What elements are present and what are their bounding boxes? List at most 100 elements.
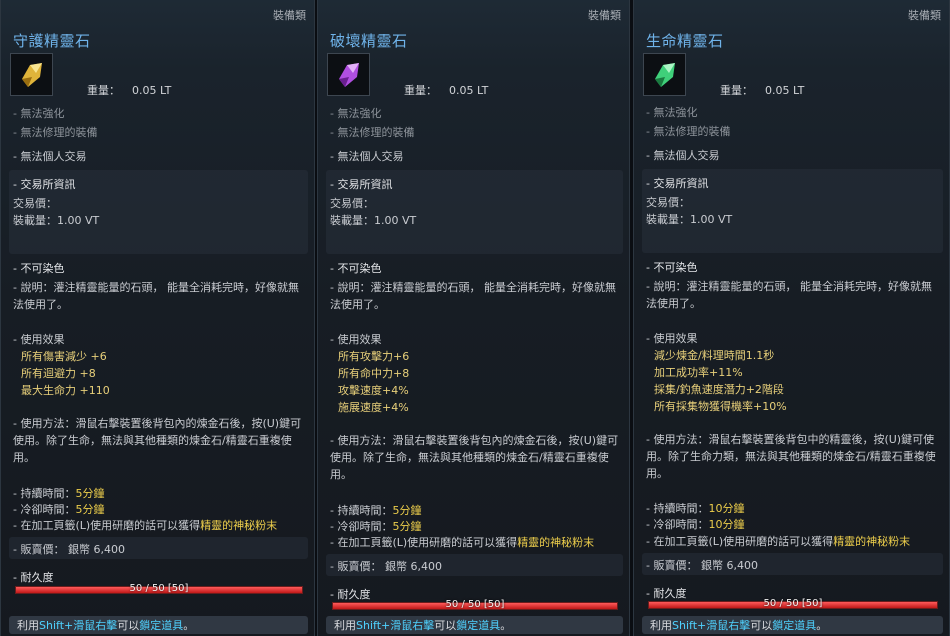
- durability-text: 50 / 50 [50]: [129, 583, 189, 594]
- duration-line: - 持續時間：5分鐘: [13, 485, 104, 501]
- market-load: 裝載量：1.00 VT: [646, 213, 733, 226]
- weight-value: 0.05 LT: [765, 84, 805, 97]
- item-type-label: 裝備類: [588, 9, 621, 22]
- weight-label: 重量：: [404, 84, 437, 97]
- effect-line: 減少煉金/料理時間1.1秒: [654, 349, 775, 362]
- weight-label: 重量：: [720, 84, 753, 97]
- lock-item-hint: 利用Shift+滑鼠右擊可以鎖定道具。: [9, 616, 308, 634]
- craft-item: 精靈的神秘粉末: [517, 536, 595, 549]
- effect-line: 所有傷害減少 +6: [21, 350, 107, 363]
- market-price: 交易價：: [646, 196, 690, 209]
- usage-description: - 使用方法：滑鼠右擊裝置後背包內的煉金石後，按(U)鍵可使用。除了生命，無法與…: [330, 434, 619, 481]
- market-price: 交易價：: [330, 197, 374, 210]
- usage-description: - 使用方法：滑鼠右擊裝置後背包中的精靈後，按(U)鍵可使用。除了生命力類，無法…: [646, 433, 936, 480]
- sell-line: - 販賣價： 銀幣 6,400: [646, 557, 758, 573]
- item-gem-icon: [327, 53, 370, 96]
- craft-line: - 在加工頁籤(L)使用研磨的話可以獲得精靈的神秘粉末: [330, 534, 594, 550]
- no-repair-text: - 無法修理的裝備: [646, 125, 731, 138]
- sell-label: - 販賣價：: [646, 559, 698, 572]
- market-load: 裝載量：1.00 VT: [330, 214, 417, 227]
- market-info-heading: - 交易所資訊: [330, 178, 393, 191]
- craft-prefix: - 在加工頁籤(L)使用研磨的話可以獲得: [330, 536, 518, 549]
- effect-line: 所有攻擊力+6: [338, 350, 410, 363]
- sell-line: - 販賣價： 銀幣 6,400: [13, 541, 125, 557]
- effect-line: 最大生命力 +110: [21, 384, 110, 397]
- duration-line: - 持續時間：5分鐘: [330, 502, 421, 518]
- no-trade-text: - 無法個人交易: [13, 150, 87, 163]
- sell-value: 銀幣 6,400: [384, 560, 442, 573]
- cooldown-label: - 冷卻時間：: [13, 503, 76, 516]
- item-description: - 說明：灌注精靈能量的石頭， 能量全消耗完時，好像就無法使用了。: [13, 281, 299, 311]
- effect-line: 加工成功率+11%: [654, 366, 743, 379]
- duration-label: - 持續時間：: [646, 502, 709, 515]
- craft-prefix: - 在加工頁籤(L)使用研磨的話可以獲得: [646, 535, 834, 548]
- tooltip-panel-life-stone: 裝備類 生命精靈石 重量： 0.05 LT - 無法強化 - 無法修理的裝備 - …: [633, 0, 950, 636]
- lock-item-hint: 利用Shift+滑鼠右擊可以鎖定道具。: [642, 616, 943, 634]
- durability-bar: 50 / 50 [50]: [332, 599, 618, 610]
- craft-item: 精靈的神秘粉末: [200, 519, 278, 532]
- cooldown-label: - 冷卻時間：: [646, 518, 709, 531]
- no-dye-text: - 不可染色: [646, 261, 698, 274]
- effect-line: 所有採集物獲得機率+10%: [654, 400, 787, 413]
- effect-line: 所有命中力+8: [338, 367, 410, 380]
- cooldown-value: 10分鐘: [708, 518, 745, 531]
- no-dye-text: - 不可染色: [13, 262, 65, 275]
- market-info-heading: - 交易所資訊: [646, 177, 709, 190]
- duration-label: - 持續時間：: [13, 487, 76, 500]
- duration-value: 10分鐘: [708, 502, 745, 515]
- no-enhance-text: - 無法強化: [13, 107, 65, 120]
- craft-line: - 在加工頁籤(L)使用研磨的話可以獲得精靈的神秘粉末: [646, 533, 910, 549]
- effect-line: 所有迴避力 +8: [21, 367, 96, 380]
- duration-value: 5分鐘: [392, 504, 422, 517]
- effect-heading: - 使用效果: [330, 333, 382, 346]
- durability-bar: 50 / 50 [50]: [15, 583, 303, 594]
- effect-line: 攻擊速度+4%: [338, 384, 409, 397]
- cooldown-line: - 冷卻時間：10分鐘: [646, 516, 744, 532]
- duration-value: 5分鐘: [75, 487, 105, 500]
- item-gem-icon: [10, 53, 53, 96]
- no-trade-text: - 無法個人交易: [646, 149, 720, 162]
- no-repair-text: - 無法修理的裝備: [330, 126, 415, 139]
- effect-line: 採集/釣魚速度潛力+2階段: [654, 383, 784, 396]
- lock-item-hint: 利用Shift+滑鼠右擊可以鎖定道具。: [326, 616, 623, 634]
- weight-value: 0.05 LT: [449, 84, 489, 97]
- effect-heading: - 使用效果: [646, 332, 698, 345]
- sell-label: - 販賣價：: [330, 560, 382, 573]
- durability-text: 50 / 50 [50]: [445, 599, 505, 610]
- tooltip-panel-destruction-stone: 裝備類 破壞精靈石 重量： 0.05 LT - 無法強化 - 無法修理的裝備 - …: [317, 0, 630, 636]
- durability-text: 50 / 50 [50]: [763, 598, 823, 609]
- no-repair-text: - 無法修理的裝備: [13, 126, 98, 139]
- no-dye-text: - 不可染色: [330, 262, 382, 275]
- duration-label: - 持續時間：: [330, 504, 393, 517]
- cooldown-line: - 冷卻時間：5分鐘: [330, 518, 421, 534]
- market-info-heading: - 交易所資訊: [13, 178, 76, 191]
- sell-value: 銀幣 6,400: [700, 559, 758, 572]
- no-enhance-text: - 無法強化: [646, 106, 698, 119]
- usage-description: - 使用方法：滑鼠右擊裝置後背包內的煉金石後，按(U)鍵可使用。除了生命，無法與…: [13, 417, 302, 464]
- cooldown-value: 5分鐘: [392, 520, 422, 533]
- cooldown-value: 5分鐘: [75, 503, 105, 516]
- item-description: - 說明：灌注精靈能量的石頭， 能量全消耗完時，好像就無法使用了。: [646, 280, 932, 310]
- item-name: 生命精靈石: [646, 32, 724, 50]
- craft-item: 精靈的神秘粉末: [833, 535, 911, 548]
- sell-value: 銀幣 6,400: [67, 543, 125, 556]
- craft-line: - 在加工頁籤(L)使用研磨的話可以獲得精靈的神秘粉末: [13, 517, 277, 533]
- tooltip-panel-guardian-stone: 裝備類 守護精靈石 重量： 0.05 LT - 無法強化 - 無法修理的裝備 - …: [0, 0, 315, 636]
- item-name: 守護精靈石: [13, 32, 91, 50]
- weight-value: 0.05 LT: [132, 84, 172, 97]
- weight-label: 重量：: [87, 84, 120, 97]
- duration-line: - 持續時間：10分鐘: [646, 500, 744, 516]
- effect-line: 施展速度+4%: [338, 401, 409, 414]
- item-type-label: 裝備類: [908, 9, 941, 22]
- sell-label: - 販賣價：: [13, 543, 65, 556]
- market-price: 交易價：: [13, 197, 57, 210]
- item-name: 破壞精靈石: [330, 32, 408, 50]
- item-gem-icon: [643, 53, 686, 96]
- item-description: - 說明：灌注精靈能量的石頭， 能量全消耗完時，好像就無法使用了。: [330, 281, 616, 311]
- market-load: 裝載量：1.00 VT: [13, 214, 100, 227]
- cooldown-label: - 冷卻時間：: [330, 520, 393, 533]
- craft-prefix: - 在加工頁籤(L)使用研磨的話可以獲得: [13, 519, 201, 532]
- effect-heading: - 使用效果: [13, 333, 65, 346]
- no-enhance-text: - 無法強化: [330, 107, 382, 120]
- no-trade-text: - 無法個人交易: [330, 150, 404, 163]
